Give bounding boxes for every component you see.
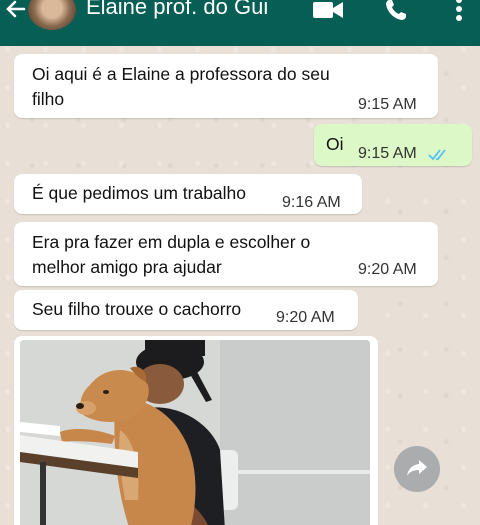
double-check-icon: [428, 144, 450, 161]
message-time: 9:15 AM: [358, 96, 417, 113]
message-text: É que pedimos um trabalho: [32, 183, 247, 203]
message-bubble-incoming[interactable]: Era pra fazer em dupla e escolher o melh…: [14, 222, 438, 286]
message-bubble-incoming[interactable]: É que pedimos um trabalho 9:16 AM: [14, 174, 362, 214]
back-arrow-icon[interactable]: [4, 0, 26, 22]
image-message-bubble[interactable]: [14, 336, 378, 525]
message-text: Era pra fazer em dupla e escolher o melh…: [32, 232, 311, 277]
message-time: 9:20 AM: [276, 309, 335, 326]
message-bubble-incoming[interactable]: Oi aqui é a Elaine a professora do seu f…: [14, 54, 438, 118]
video-call-icon[interactable]: [312, 0, 344, 20]
more-options-icon[interactable]: [455, 0, 463, 24]
contact-avatar[interactable]: [28, 0, 76, 30]
message-time: 9:20 AM: [358, 261, 417, 278]
contact-name[interactable]: Elaine prof. do Gui: [86, 0, 268, 20]
message-text: Oi aqui é a Elaine a professora do seu f…: [32, 64, 330, 109]
phone-call-icon[interactable]: [384, 0, 408, 22]
message-text: Oi: [326, 134, 344, 154]
dog-with-boy-photo[interactable]: [20, 340, 370, 525]
chat-header: Elaine prof. do Gui: [0, 0, 480, 46]
forward-button[interactable]: [394, 446, 440, 492]
message-bubble-outgoing[interactable]: Oi 9:15 AM: [314, 124, 472, 166]
message-bubble-incoming[interactable]: Seu filho trouxe o cachorro 9:20 AM: [14, 290, 358, 330]
message-text: Seu filho trouxe o cachorro: [32, 299, 242, 319]
forward-arrow-icon: [405, 455, 429, 484]
message-time: 9:15 AM: [358, 145, 417, 162]
message-time: 9:16 AM: [282, 194, 341, 211]
